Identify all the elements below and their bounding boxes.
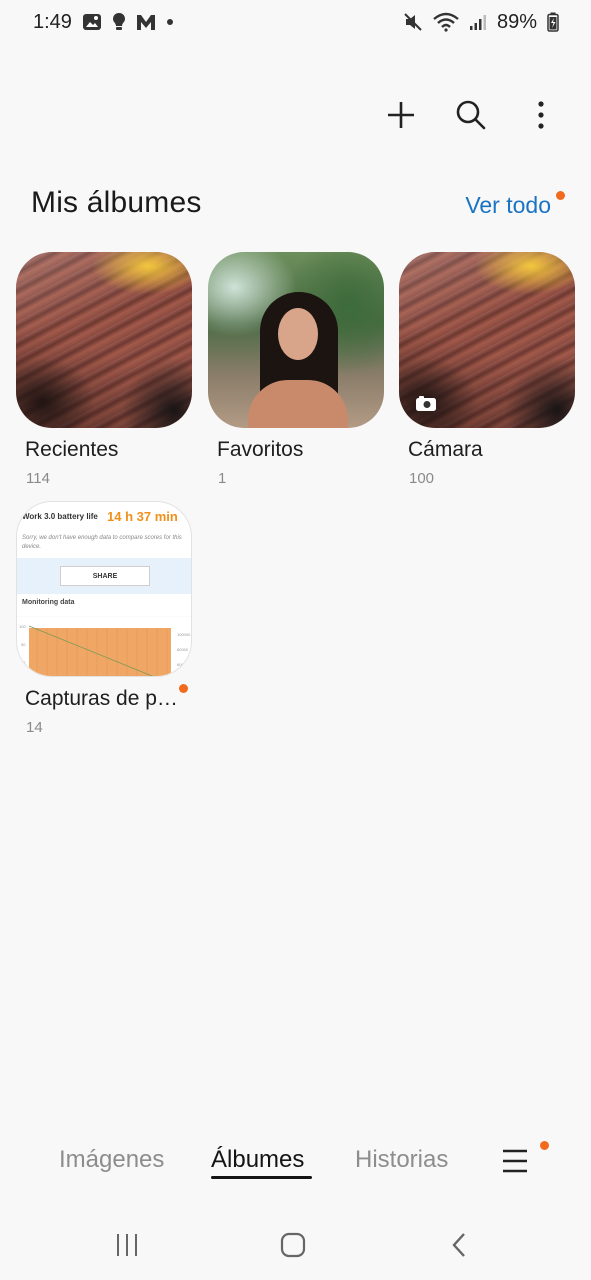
album-thumbnail bbox=[399, 252, 575, 428]
album-count: 114 bbox=[26, 470, 50, 487]
back-icon bbox=[452, 1233, 465, 1257]
search-icon bbox=[456, 100, 486, 130]
status-left: 1:49 bbox=[33, 11, 174, 34]
menu-button[interactable] bbox=[500, 1146, 532, 1178]
add-button[interactable] bbox=[381, 95, 421, 135]
section-title: Mis álbumes bbox=[31, 186, 202, 219]
recents-icon bbox=[117, 1234, 137, 1256]
battery-percent: 89% bbox=[496, 10, 537, 33]
bottom-tabs: Imágenes Álbumes Historias bbox=[0, 1140, 591, 1188]
toolbar bbox=[381, 90, 561, 140]
svg-text:0: 0 bbox=[23, 660, 26, 665]
svg-text:80000: 80000 bbox=[177, 647, 189, 652]
screenshot-time: 14 h 37 min bbox=[107, 509, 178, 524]
bulb-icon bbox=[112, 13, 125, 30]
tab-imagenes[interactable]: Imágenes bbox=[59, 1146, 164, 1174]
status-time: 1:49 bbox=[33, 10, 72, 33]
album-thumbnail bbox=[16, 252, 192, 428]
camera-icon bbox=[416, 396, 436, 411]
screenshot-share: SHARE bbox=[60, 566, 150, 586]
view-all-link[interactable]: Ver todo bbox=[465, 192, 551, 219]
album-name: Capturas de p… bbox=[25, 687, 178, 710]
album-thumbnail bbox=[208, 252, 384, 428]
mute-icon bbox=[404, 13, 422, 31]
album-name: Favoritos bbox=[217, 438, 304, 461]
screenshot-title: Work 3.0 battery life bbox=[22, 512, 98, 521]
active-tab-indicator bbox=[211, 1176, 312, 1179]
new-badge-dot bbox=[540, 1141, 549, 1150]
wifi-icon bbox=[433, 12, 459, 32]
status-bar: 1:49 89% bbox=[0, 0, 591, 44]
more-vert-icon bbox=[538, 101, 544, 129]
album-recientes[interactable]: Recientes 114 bbox=[16, 252, 192, 487]
tab-albumes[interactable]: Álbumes bbox=[211, 1146, 304, 1174]
signal-icon bbox=[469, 15, 486, 30]
back-button[interactable] bbox=[444, 1230, 474, 1260]
album-name: Recientes bbox=[25, 438, 119, 461]
new-badge-dot bbox=[179, 684, 188, 693]
screenshot-message: Sorry, we don't have enough data to comp… bbox=[22, 535, 182, 550]
status-right: 89% bbox=[403, 11, 559, 34]
screenshot-chart: 100 50 0 100000 80000 60000 bbox=[17, 616, 191, 676]
home-button[interactable] bbox=[278, 1230, 308, 1260]
search-button[interactable] bbox=[451, 95, 491, 135]
album-favoritos[interactable]: Favoritos 1 bbox=[208, 252, 384, 487]
album-capturas[interactable]: Work 3.0 battery life 14 h 37 min Sorry,… bbox=[16, 501, 192, 736]
album-count: 1 bbox=[218, 470, 227, 487]
navigation-bar bbox=[0, 1212, 591, 1280]
album-name: Cámara bbox=[408, 438, 483, 461]
gallery-icon bbox=[82, 14, 101, 30]
dot-icon bbox=[166, 19, 173, 25]
tab-historias[interactable]: Historias bbox=[355, 1146, 448, 1174]
portrait-face bbox=[278, 308, 318, 360]
battery-icon bbox=[547, 12, 559, 32]
menu-icon bbox=[503, 1149, 527, 1173]
album-camara[interactable]: Cámara 100 bbox=[399, 252, 575, 487]
screenshot-monitoring: Monitoring data bbox=[22, 599, 75, 606]
svg-text:100: 100 bbox=[19, 624, 26, 629]
m-app-icon bbox=[136, 15, 155, 30]
album-thumbnail: Work 3.0 battery life 14 h 37 min Sorry,… bbox=[16, 501, 192, 677]
album-count: 100 bbox=[409, 470, 435, 487]
more-options-button[interactable] bbox=[521, 95, 561, 135]
home-icon bbox=[280, 1232, 306, 1258]
svg-text:50: 50 bbox=[21, 642, 26, 647]
svg-text:60000: 60000 bbox=[177, 662, 189, 667]
album-count: 14 bbox=[26, 719, 43, 736]
svg-text:100000: 100000 bbox=[177, 632, 191, 637]
recents-button[interactable] bbox=[112, 1230, 142, 1260]
new-badge-dot bbox=[556, 191, 565, 200]
add-icon bbox=[388, 102, 414, 128]
